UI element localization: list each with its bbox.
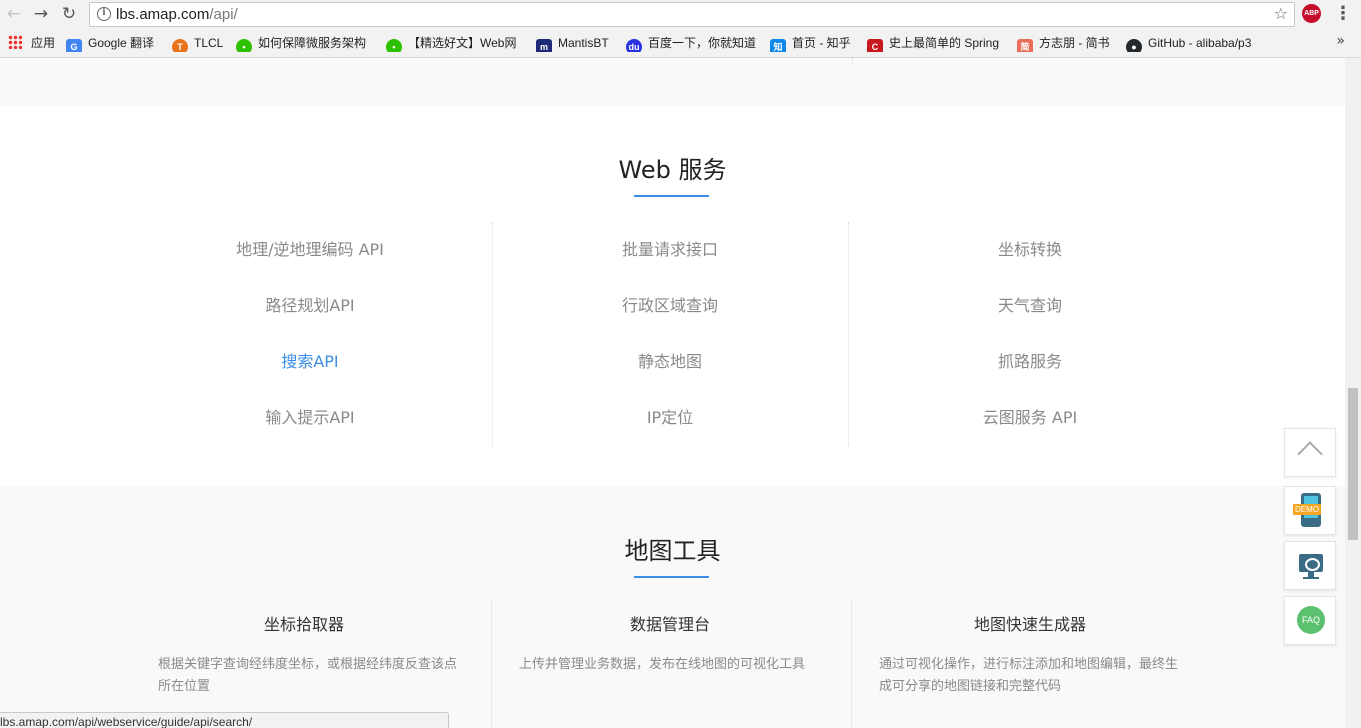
bookmark-label: 方志朋 - 简书	[1039, 36, 1110, 50]
bookmark-label: 首页 - 知乎	[792, 36, 851, 50]
map-tools-title: 地图工具	[624, 537, 721, 565]
demo-label: DEMO	[1293, 504, 1321, 515]
bookmark-label: TLCL	[194, 36, 224, 50]
github-icon: ●	[1126, 39, 1142, 52]
api-link-coordinate-convert[interactable]: 坐标转换	[852, 222, 1208, 278]
bookmarks-bar: 应用 G Google 翻译 T TLCL • 如何保障微服务架构 • 【精选好文】We…	[0, 29, 1361, 58]
faq-button[interactable]: FAQ	[1284, 596, 1336, 645]
address-url[interactable]: lbs.amap.com/api/	[116, 5, 238, 24]
bookmarks-overflow-icon[interactable]: »	[1336, 33, 1345, 49]
web-service-column-3: 坐标转换 天气查询 抓路服务 云图服务 API	[852, 222, 1208, 446]
demo-button[interactable]: DEMO	[1284, 486, 1336, 535]
bookmark-mantisbt[interactable]: m MantisBT	[536, 34, 609, 52]
column-divider	[848, 222, 849, 446]
tool-card-map-generator: 地图快速生成器 通过可视化操作，进行标注添加和地图编辑，最终生成可分享的地图链接…	[879, 613, 1179, 698]
reload-icon[interactable]: ↻	[57, 3, 81, 25]
baidu-icon: du	[626, 39, 642, 52]
web-service-column-1: 地理/逆地理编码 API 路径规划API 搜索API 输入提示API	[132, 222, 488, 446]
bookmark-google-translate[interactable]: G Google 翻译	[66, 34, 154, 52]
vertical-scrollbar[interactable]	[1345, 58, 1361, 728]
tool-desc-coordinate-picker: 根据关键字查询经纬度坐标，或根据经纬度反查该点所在位置	[158, 657, 458, 694]
api-link-route-planning[interactable]: 路径规划API	[132, 278, 488, 334]
bookmark-jianshu[interactable]: 简方志朋 - 简书	[1017, 34, 1110, 52]
bookmark-label: 百度一下，你就知道	[648, 36, 757, 50]
browser-toolbar: ← → ↻ i lbs.amap.com/api/ ☆ ABP ⋮	[0, 0, 1361, 29]
title-underline	[634, 576, 709, 578]
tool-card-coordinate-picker: 坐标拾取器 根据关键字查询经纬度坐标，或根据经纬度反查该点所在位置	[158, 613, 458, 698]
tool-title-map-generator[interactable]: 地图快速生成器	[881, 613, 1179, 637]
api-link-ip-location[interactable]: IP定位	[492, 390, 848, 446]
api-link-batch-request[interactable]: 批量请求接口	[492, 222, 848, 278]
adblock-plus-icon[interactable]: ABP	[1302, 4, 1321, 23]
bookmark-label: 应用	[31, 36, 56, 50]
bookmark-label: 【精选好文】Web网	[408, 36, 517, 50]
faq-icon: FAQ	[1297, 606, 1325, 634]
page-content: Web 服务 地理/逆地理编码 API 路径规划API 搜索API 输入提示AP…	[0, 58, 1345, 728]
chevron-up-icon	[1297, 441, 1323, 467]
column-divider	[491, 602, 492, 728]
wechat-icon: •	[236, 39, 252, 52]
forward-arrow-icon[interactable]: →	[29, 3, 53, 25]
back-to-top-button[interactable]	[1284, 428, 1336, 477]
wechat-icon: •	[386, 39, 402, 52]
scrollbar-thumb[interactable]	[1348, 388, 1358, 540]
info-icon[interactable]: i	[97, 7, 111, 21]
bookmark-label: 如何保障微服务架构	[258, 36, 367, 50]
bookmark-microservice-article[interactable]: • 如何保障微服务架构	[236, 34, 371, 52]
bookmark-baidu[interactable]: du 百度一下，你就知道	[626, 34, 756, 52]
api-link-search[interactable]: 搜索API	[132, 334, 488, 390]
tool-title-coordinate-picker[interactable]: 坐标拾取器	[150, 613, 458, 637]
bookmark-apps[interactable]: 应用	[8, 34, 55, 52]
api-link-road-grab[interactable]: 抓路服务	[852, 334, 1208, 390]
jianshu-icon: 简	[1017, 39, 1033, 52]
back-arrow-icon[interactable]: ←	[2, 3, 26, 25]
monitor-icon	[1299, 554, 1323, 572]
api-link-weather[interactable]: 天气查询	[852, 278, 1208, 334]
zhihu-icon: 知	[770, 39, 786, 52]
api-link-cloud-map[interactable]: 云图服务 API	[852, 390, 1208, 446]
tool-desc-data-manager: 上传并管理业务数据，发布在线地图的可视化工具	[519, 657, 806, 672]
bookmark-label: GitHub - alibaba/p3	[1148, 36, 1252, 50]
console-button[interactable]	[1284, 541, 1336, 590]
web-service-column-2: 批量请求接口 行政区域查询 静态地图 IP定位	[492, 222, 848, 446]
api-link-input-tips[interactable]: 输入提示API	[132, 390, 488, 446]
browser-menu-icon[interactable]: ⋮	[1334, 3, 1352, 25]
tool-desc-map-generator: 通过可视化操作，进行标注添加和地图编辑，最终生成可分享的地图链接和完整代码	[879, 657, 1179, 694]
api-link-static-map[interactable]: 静态地图	[492, 334, 848, 390]
bookmark-label: Google 翻译	[88, 36, 155, 50]
monitor-base	[1303, 577, 1319, 579]
previous-section-bottom	[0, 58, 1345, 105]
mantisbt-icon: m	[536, 39, 552, 52]
bookmark-star-icon[interactable]: ☆	[1274, 4, 1288, 23]
bookmark-csdn-spring[interactable]: C 史上最简单的 Spring	[867, 34, 1004, 52]
bookmark-label: 史上最简单的 Spring	[889, 36, 1000, 50]
web-service-title: Web 服务	[618, 156, 727, 184]
tlcl-icon: T	[172, 39, 188, 52]
bookmark-github[interactable]: ● GitHub - alibaba/p3	[1126, 34, 1264, 52]
bookmark-web-article[interactable]: • 【精选好文】Web网	[386, 34, 522, 52]
tool-card-data-manager: 数据管理台 上传并管理业务数据，发布在线地图的可视化工具	[519, 613, 819, 676]
url-host: lbs.amap.com	[116, 6, 210, 23]
csdn-icon: C	[867, 39, 883, 52]
api-link-district-query[interactable]: 行政区域查询	[492, 278, 848, 334]
api-link-geocoding[interactable]: 地理/逆地理编码 API	[132, 222, 488, 278]
status-bar-url: lbs.amap.com/api/webservice/guide/api/se…	[0, 712, 449, 728]
title-underline	[634, 195, 709, 197]
bookmark-zhihu[interactable]: 知首页 - 知乎	[770, 34, 851, 52]
bookmark-tlcl[interactable]: T TLCL	[172, 34, 223, 52]
column-divider	[852, 58, 853, 66]
apps-grid-icon	[8, 35, 22, 49]
google-translate-icon: G	[66, 39, 82, 52]
bookmark-label: MantisBT	[558, 36, 609, 50]
address-bar[interactable]: i lbs.amap.com/api/ ☆	[89, 2, 1295, 27]
tool-title-data-manager[interactable]: 数据管理台	[521, 613, 819, 637]
url-path: /api/	[209, 6, 238, 23]
column-divider	[851, 602, 852, 728]
